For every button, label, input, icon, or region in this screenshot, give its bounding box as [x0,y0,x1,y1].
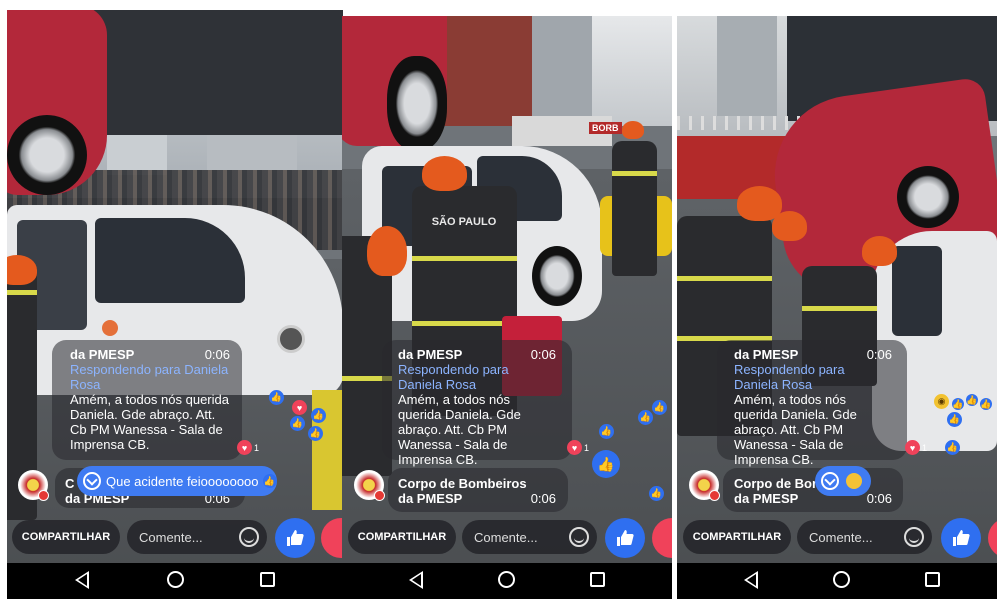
android-nav-bar [7,563,343,599]
thumbs-up-icon [953,530,970,546]
thumbs-up-icon: 👍 [308,426,323,441]
thumbs-up-icon [287,530,304,546]
comment-main: da PMESP 0:06 Respondendo para Daniela R… [398,347,556,467]
sign-text: BORB [589,122,622,134]
reaction-count: 1 [254,443,260,453]
thumbs-up-icon: 👍 [311,408,326,423]
comment-time: 0:06 [530,491,556,506]
reply-to-link[interactable]: Respondendo para Daniela Rosa [70,362,230,392]
comment-time: 0:06 [530,347,556,362]
share-button[interactable]: COMPARTILHAR [348,520,456,554]
comment-author[interactable]: da PMESP [70,347,134,362]
thumbs-up-icon: 👍 [592,450,620,478]
comment-input[interactable]: Comente... [127,520,267,554]
back-triangle-icon[interactable] [75,571,89,589]
live-video-panel-2: BORB SÃO PAULO da PMESP 0:06 Respondendo… [342,16,672,599]
action-bar: COMPARTILHAR Comente... [342,516,672,558]
recent-apps-square-icon[interactable] [260,572,275,587]
reaction-count: 1 [584,443,590,453]
comment-author[interactable]: Corpo de Bombeiros [398,476,556,491]
heart-button[interactable] [321,518,343,558]
share-button[interactable]: COMPARTILHAR [683,520,791,554]
back-triangle-icon[interactable] [744,571,758,589]
thumbs-up-icon: 👍 [649,486,664,501]
thumbs-up-icon: 👍 [269,390,284,405]
new-comment-pill[interactable] [815,466,871,496]
heart-icon: ♥ [292,400,307,415]
comment-author[interactable]: da PMESP [398,347,462,362]
thumbs-up-icon: 👍 [599,424,614,439]
comment-text: Amém, a todos nós querida Daniela. Gde a… [70,392,229,452]
reply-to-link[interactable]: Respondendo para Daniela Rosa [398,362,556,392]
comment-time: 0:06 [204,347,230,362]
action-bar: COMPARTILHAR Comente... [677,516,997,558]
heart-button[interactable] [652,518,672,558]
back-triangle-icon[interactable] [409,571,423,589]
comment-text: Amém, a todos nós querida Daniela. Gde a… [734,392,857,467]
comment-main: da PMESP 0:06 Respondendo para Daniela R… [734,347,892,467]
home-circle-icon[interactable] [833,571,850,588]
android-nav-bar [342,563,672,599]
wow-face-icon: ◉ [934,394,949,409]
action-bar: COMPARTILHAR Comente... [7,516,343,558]
comment-input[interactable]: Comente... [462,520,597,554]
home-circle-icon[interactable] [167,571,184,588]
home-circle-icon[interactable] [498,571,515,588]
reply-to-link[interactable]: Respondendo para Daniela Rosa [734,362,892,392]
chevron-down-icon [83,472,101,490]
live-badge-icon [374,490,385,501]
android-nav-bar [677,563,997,599]
recent-apps-square-icon[interactable] [925,572,940,587]
comment-time: 0:06 [866,491,892,506]
heart-icon: ♥ [237,440,252,455]
comment-second: Corpo de Bombeiros da PMESP 0:06 [398,476,556,506]
like-button[interactable] [605,518,645,558]
thumbs-up-icon: 👍 [945,440,960,455]
live-badge-icon [38,490,49,501]
live-video-panel-1: da PMESP 0:06 Respondendo para Daniela R… [7,10,343,599]
comment-text: Amém, a todos nós querida Daniela. Gde a… [398,392,521,467]
new-comment-text: Que acidente feioooooooo [106,473,259,489]
page-avatar[interactable] [689,470,720,501]
comment-time: 0:06 [866,347,892,362]
video-frame [7,10,343,599]
live-video-panel-3: da PMESP 0:06 Respondendo para Daniela R… [677,16,997,599]
thumbs-up-icon: 👍 [980,398,992,410]
recent-apps-square-icon[interactable] [590,572,605,587]
chevron-down-icon [821,472,839,490]
thumbs-up-icon: 👍 [947,412,962,427]
thumbs-up-icon: 👍 [652,400,667,415]
like-button[interactable] [275,518,315,558]
emoji-icon[interactable] [904,527,924,547]
reaction-count: 1 [922,443,928,453]
thumbs-up-icon: 👍 [262,474,277,488]
thumbs-up-icon: 👍 [290,416,305,431]
comment-input[interactable]: Comente... [797,520,932,554]
emoji-icon[interactable] [569,527,589,547]
thumbs-up-icon: 👍 [966,394,978,406]
live-badge-icon [709,490,720,501]
heart-icon: ♥ [567,440,582,455]
new-comment-pill[interactable]: Que acidente feioooooooo 👍 [77,466,277,496]
emoji-icon[interactable] [239,527,259,547]
comment-main: da PMESP 0:06 Respondendo para Daniela R… [70,347,230,452]
page-avatar[interactable] [18,470,49,501]
heart-icon: ♥ [905,440,920,455]
like-button[interactable] [941,518,981,558]
thumbs-up-icon [617,530,634,546]
share-button[interactable]: COMPARTILHAR [12,520,120,554]
emoji-face-icon [846,473,862,489]
thumbs-up-icon: 👍 [638,410,653,425]
heart-button[interactable] [988,518,997,558]
thumbs-up-icon: 👍 [952,398,964,410]
page-avatar[interactable] [354,470,385,501]
comment-author[interactable]: da PMESP [734,347,798,362]
jacket-label: SÃO PAULO [431,216,497,228]
